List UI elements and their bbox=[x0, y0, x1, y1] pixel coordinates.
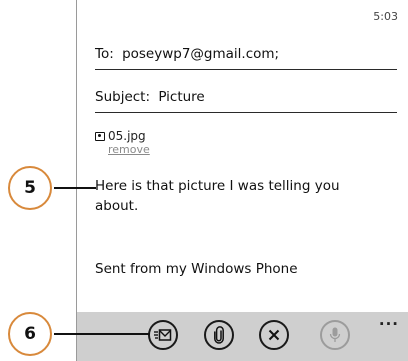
body-line-1: Here is that picture I was telling you bbox=[95, 178, 340, 194]
status-time: 5:03 bbox=[373, 10, 398, 23]
subject-value[interactable]: Picture bbox=[158, 89, 204, 105]
send-button[interactable] bbox=[148, 320, 178, 350]
callout-5-pointer bbox=[54, 187, 96, 189]
app-bar: ... bbox=[77, 312, 408, 361]
dictate-button[interactable] bbox=[320, 320, 350, 350]
to-label: To: bbox=[95, 46, 114, 62]
phone-screen: 5:03 To: poseywp7@gmail.com; Subject: Pi… bbox=[76, 0, 408, 361]
callout-5: 5 bbox=[8, 166, 52, 210]
callout-6-pointer bbox=[54, 333, 150, 335]
message-body[interactable]: Here is that picture I was telling you a… bbox=[95, 176, 375, 216]
to-value[interactable]: poseywp7@gmail.com; bbox=[122, 46, 279, 62]
remove-attachment-link[interactable]: remove bbox=[108, 143, 150, 156]
subject-field[interactable]: Subject: Picture bbox=[95, 89, 397, 113]
more-menu-button[interactable]: ... bbox=[379, 313, 399, 328]
discard-button[interactable] bbox=[259, 320, 289, 350]
body-line-2: about. bbox=[95, 198, 139, 214]
picture-icon bbox=[95, 131, 105, 141]
microphone-icon bbox=[329, 327, 341, 342]
send-mail-icon bbox=[154, 329, 172, 341]
close-icon bbox=[268, 329, 280, 341]
subject-label: Subject: bbox=[95, 89, 151, 105]
attachment: 05.jpg remove bbox=[95, 129, 150, 156]
signature: Sent from my Windows Phone bbox=[95, 261, 298, 277]
attachment-name: 05.jpg bbox=[108, 129, 146, 143]
paperclip-icon bbox=[214, 326, 224, 344]
callout-6: 6 bbox=[8, 312, 52, 356]
to-field[interactable]: To: poseywp7@gmail.com; bbox=[95, 46, 397, 70]
attach-button[interactable] bbox=[204, 320, 234, 350]
